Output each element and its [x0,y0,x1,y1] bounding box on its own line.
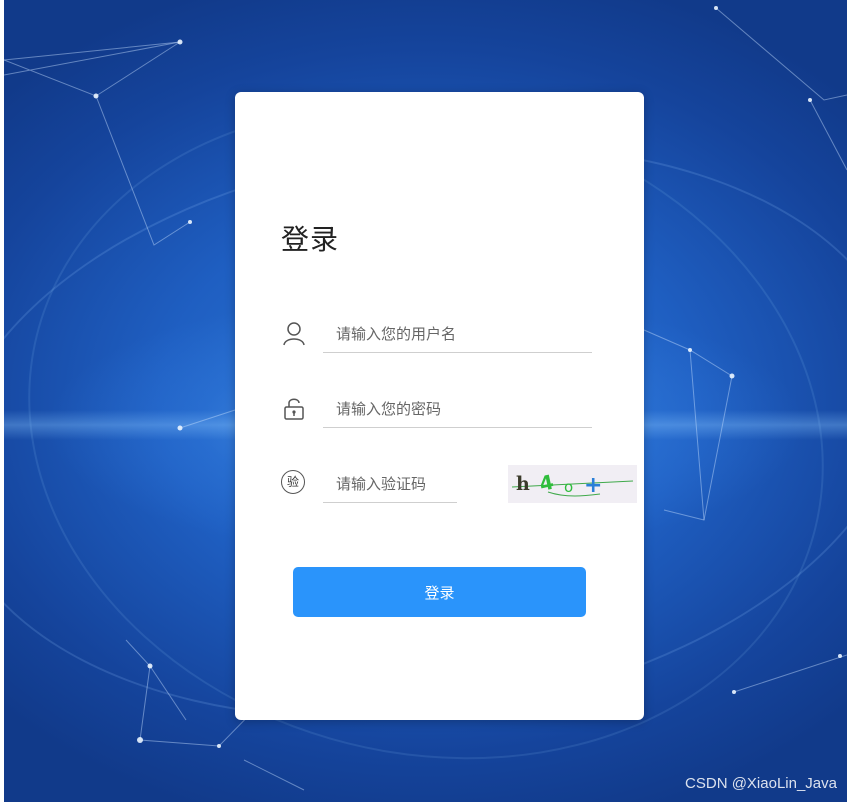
password-input[interactable] [323,391,592,428]
login-card: 登录 验 h [235,92,644,720]
captcha-char: + [584,473,602,498]
captcha-glyphs: h 4 o + [511,470,634,498]
verify-icon: 验 [281,470,305,494]
username-input[interactable] [323,316,592,353]
user-icon [283,322,305,346]
captcha-char: h [516,473,530,495]
watermark: CSDN @XiaoLin_Java [685,775,837,792]
captcha-char: o [564,478,573,496]
captcha-input[interactable] [323,466,457,503]
login-button[interactable]: 登录 [293,567,586,617]
login-title: 登录 [281,223,340,256]
lock-icon [284,398,304,420]
captcha-char: 4 [537,470,556,496]
captcha-image[interactable]: h 4 o + [508,465,637,503]
background: 登录 验 h [4,0,847,802]
